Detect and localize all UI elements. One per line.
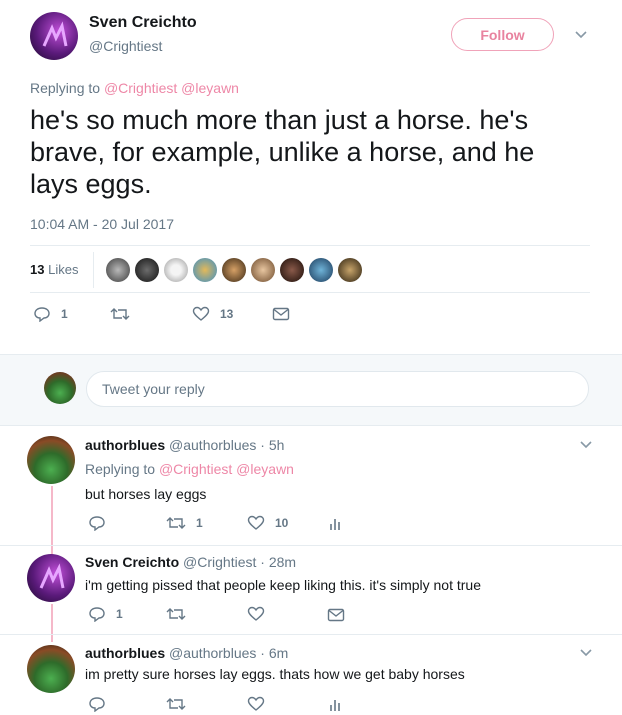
replying-to-prefix: Replying to [30, 80, 101, 96]
retweet-icon [166, 516, 186, 530]
message-action[interactable] [272, 307, 290, 321]
likes-label: Likes [48, 262, 79, 277]
divider [0, 545, 622, 546]
reply-time[interactable]: · 28m [260, 554, 296, 570]
reply-input-placeholder: Tweet your reply [102, 381, 205, 397]
my-avatar [44, 372, 76, 404]
author-handle[interactable]: @Crightiest [89, 38, 162, 54]
like-action[interactable]: 13 [192, 306, 233, 322]
heart-icon [247, 696, 265, 712]
reply-author-handle[interactable]: @Crightiest [183, 554, 256, 570]
replying-to-handles[interactable]: @Crightiest @leyawn [104, 80, 239, 96]
analytics-icon[interactable] [329, 516, 343, 532]
reply-icon [33, 306, 51, 322]
liker-avatar[interactable] [135, 258, 159, 282]
liker-avatar[interactable] [222, 258, 246, 282]
reply-header: Sven Creichto @Crightiest · 28m [85, 554, 296, 570]
likes-count: 13 [30, 262, 45, 277]
reply-count: 1 [61, 307, 68, 321]
liker-avatar[interactable] [193, 258, 217, 282]
heart-icon [247, 606, 265, 622]
analytics-icon[interactable] [329, 697, 343, 713]
divider [30, 292, 590, 293]
liker-avatar[interactable] [251, 258, 275, 282]
liker-avatar[interactable] [106, 258, 130, 282]
divider [93, 252, 94, 288]
retweet-action[interactable] [110, 307, 140, 321]
like-action[interactable]: 10 [247, 515, 288, 531]
reply-input[interactable]: Tweet your reply [86, 371, 589, 407]
tweet-text: he's so much more than just a horse. he'… [30, 105, 535, 199]
heart-icon [192, 306, 210, 322]
liker-avatar[interactable] [164, 258, 188, 282]
replying-to: Replying to @Crightiest @leyawn [30, 80, 239, 96]
message-icon [327, 608, 345, 622]
reply-icon [88, 606, 106, 622]
reply-header: authorblues @authorblues · 6m [85, 645, 288, 661]
like-count: 10 [275, 516, 289, 530]
reply-avatar[interactable] [27, 554, 75, 602]
replying-to-prefix: Replying to [85, 461, 156, 477]
liker-avatar[interactable] [280, 258, 304, 282]
retweet-icon [166, 607, 186, 621]
retweet-action[interactable] [166, 607, 196, 621]
message-action[interactable] [327, 608, 345, 622]
thread-line [51, 486, 53, 558]
reply-author-name[interactable]: Sven Creichto [85, 554, 179, 570]
reply-replying-to: Replying to @Crightiest @leyawn [85, 461, 294, 477]
reply-icon [88, 696, 106, 712]
tweet-timestamp[interactable]: 10:04 AM - 20 Jul 2017 [30, 216, 174, 232]
like-count: 13 [220, 307, 234, 321]
reply-author-handle[interactable]: @authorblues [169, 645, 256, 661]
liker-avatar[interactable] [309, 258, 333, 282]
reply-action[interactable]: 1 [88, 606, 123, 622]
retweet-action[interactable]: 1 [166, 516, 203, 530]
reply-author-name[interactable]: authorblues [85, 437, 165, 453]
author-avatar[interactable] [30, 12, 78, 60]
follow-button[interactable]: Follow [451, 18, 554, 51]
like-action[interactable] [247, 606, 275, 622]
thread-line [51, 604, 53, 642]
retweet-action[interactable] [166, 697, 196, 711]
heart-icon [247, 515, 265, 531]
reply-action[interactable] [88, 515, 116, 531]
reply-time[interactable]: · 6m [260, 645, 288, 661]
reply-icon [88, 515, 106, 531]
retweet-count: 1 [196, 516, 203, 530]
retweet-icon [110, 307, 130, 321]
reply-text: but horses lay eggs [85, 486, 207, 502]
reply-author-handle[interactable]: @authorblues [169, 437, 256, 453]
like-action[interactable] [247, 696, 275, 712]
reply-time[interactable]: · 5h [260, 437, 284, 453]
message-icon [272, 307, 290, 321]
reply-avatar[interactable] [27, 645, 75, 693]
liker-avatar[interactable] [338, 258, 362, 282]
likes-summary[interactable]: 13 Likes [30, 262, 78, 277]
reply-count: 1 [116, 607, 123, 621]
author-name[interactable]: Sven Creichto [89, 14, 197, 32]
reply-text: im pretty sure horses lay eggs. thats ho… [85, 666, 465, 682]
chevron-down-icon[interactable] [579, 648, 593, 658]
reply-text: i'm getting pissed that people keep liki… [85, 577, 481, 593]
replying-to-handles[interactable]: @Crightiest @leyawn [159, 461, 294, 477]
follow-button-label: Follow [480, 26, 525, 43]
reply-action[interactable] [88, 696, 116, 712]
reply-header: authorblues @authorblues · 5h [85, 437, 284, 453]
chevron-down-icon[interactable] [579, 440, 593, 450]
reply-action[interactable]: 1 [33, 306, 68, 322]
retweet-icon [166, 697, 186, 711]
reply-author-name[interactable]: authorblues [85, 645, 165, 661]
reply-avatar[interactable] [27, 436, 75, 484]
divider [30, 245, 590, 246]
divider [0, 634, 622, 635]
chevron-down-icon[interactable] [574, 30, 588, 40]
